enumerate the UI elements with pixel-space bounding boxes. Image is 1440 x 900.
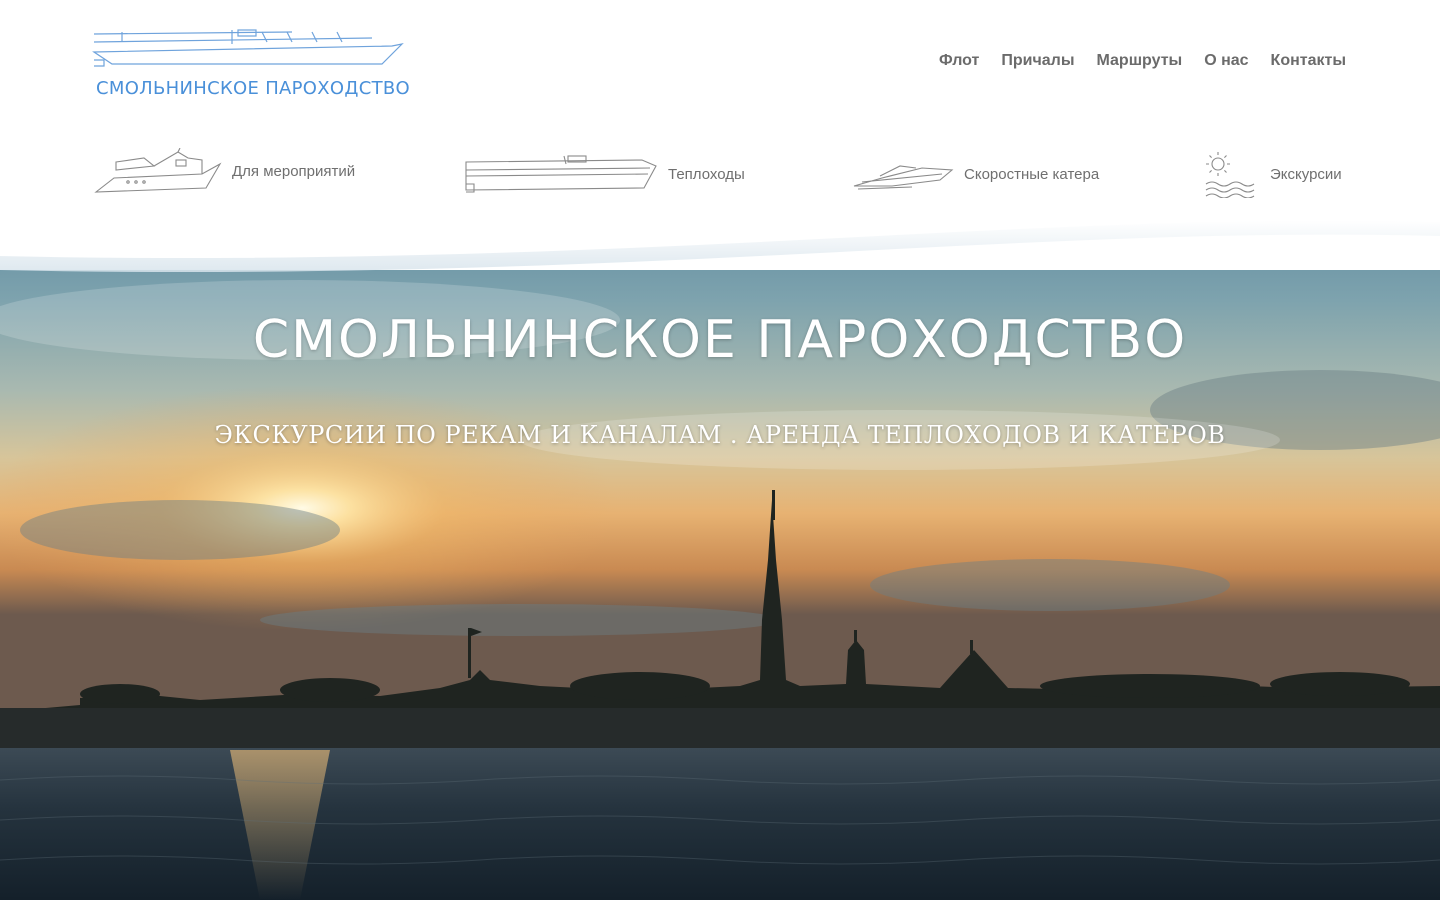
hero-title: СМОЛЬНИНСКОЕ ПАРОХОДСТВО: [252, 310, 1188, 370]
sun-waves-icon: [1205, 152, 1255, 198]
category-excursions-label: Экскурсии: [1270, 165, 1342, 183]
logo[interactable]: СМОЛЬНИНСКОЕ ПАРОХОДСТВО: [92, 24, 412, 104]
category-speedboats[interactable]: Скоростные катера: [852, 158, 1099, 190]
nav-item-contacts[interactable]: Контакты: [1271, 52, 1346, 70]
riverboat-icon: [465, 155, 657, 193]
sunset-river-image: [0, 200, 1440, 900]
category-riverboats[interactable]: Теплоходы: [464, 154, 745, 194]
category-speedboats-label: Скоростные катера: [964, 165, 1100, 183]
yacht-icon: [94, 148, 222, 193]
ship-logo-icon: [92, 29, 404, 67]
main-nav: Флот Причалы Маршруты О нас Контакты: [917, 52, 1346, 70]
nav-item-routes[interactable]: Маршруты: [1097, 52, 1183, 70]
logo-text: СМОЛЬНИНСКОЕ ПАРОХОДСТВО: [96, 78, 411, 99]
nav-item-about[interactable]: О нас: [1204, 52, 1248, 70]
category-excursions[interactable]: Экскурсии: [1204, 150, 1342, 198]
wave-divider: [0, 200, 1440, 273]
hero-banner: [0, 200, 1440, 900]
speedboat-icon: [853, 165, 954, 190]
nav-item-piers[interactable]: Причалы: [1001, 52, 1074, 70]
hero-subtitle: ЭКСКУРСИИ ПО РЕКАМ И КАНАЛАМ . АРЕНДА ТЕ…: [214, 421, 1226, 449]
category-events-label: Для мероприятий: [232, 162, 356, 180]
category-riverboats-label: Теплоходы: [668, 165, 745, 183]
nav-item-fleet[interactable]: Флот: [939, 52, 979, 70]
category-events[interactable]: Для мероприятий: [94, 148, 355, 194]
